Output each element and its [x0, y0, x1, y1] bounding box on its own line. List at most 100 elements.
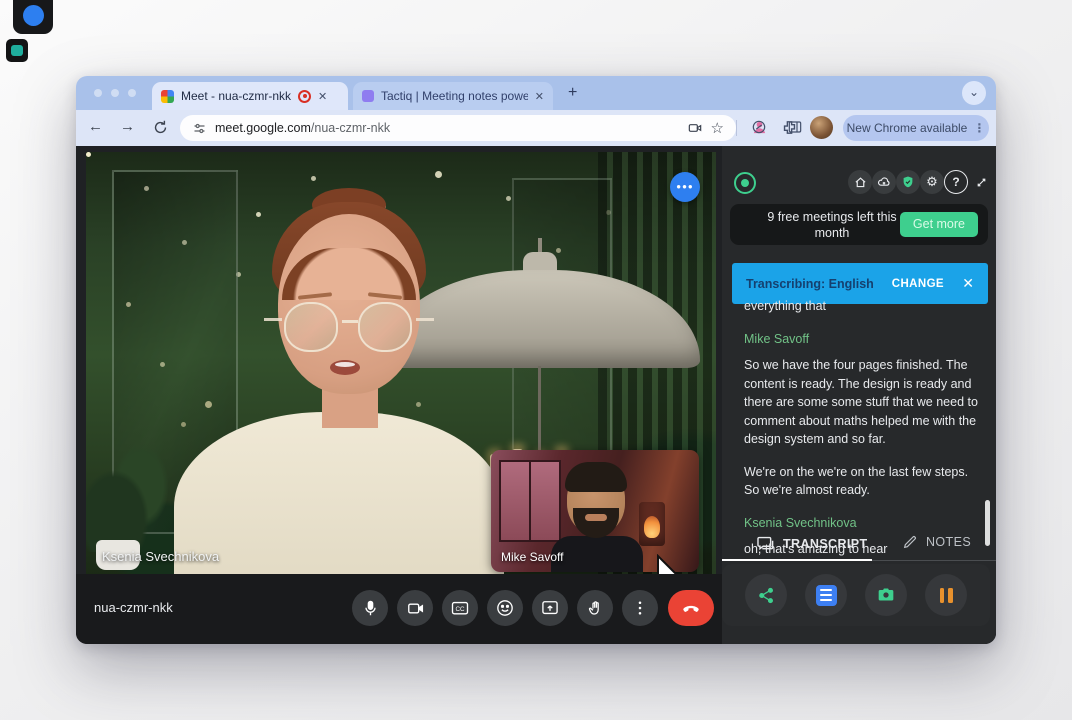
recording-indicator-icon — [298, 90, 311, 103]
screenshot-button[interactable] — [865, 574, 907, 616]
tactiq-sidebar: ⚙ ? 9 free meetings left this month Get … — [722, 146, 996, 644]
present-button[interactable] — [532, 590, 568, 626]
transcript-line: We're on the we're on the last few steps… — [744, 463, 982, 500]
chrome-update-label: New Chrome available — [847, 121, 968, 135]
browser-menu-icon[interactable]: ⋮ — [973, 121, 985, 135]
glasses-bridge — [342, 320, 358, 323]
tab-notes[interactable]: NOTES — [902, 534, 971, 550]
settings-button[interactable]: ⚙ — [920, 170, 944, 194]
tab-title: Meet - nua-czmr-nkk — [181, 89, 291, 103]
browser-window: Meet - nua-czmr-nkk ✕ Tactiq | Meeting n… — [76, 76, 996, 644]
raise-hand-icon — [586, 599, 605, 618]
cloud-upload-button[interactable] — [872, 170, 896, 194]
pip-fireplace — [639, 502, 665, 546]
glasses-arm — [416, 318, 434, 321]
free-meetings-text: 9 free meetings left this month — [752, 209, 912, 241]
microphone-button[interactable] — [352, 590, 388, 626]
screen-widget-chat[interactable] — [13, 0, 53, 34]
share-icon — [757, 586, 776, 605]
camera-icon — [406, 599, 425, 618]
shield-check-icon — [901, 175, 915, 189]
plant-left — [86, 442, 168, 552]
more-options-button[interactable] — [622, 590, 658, 626]
tactiq-tab-icon — [362, 90, 374, 102]
tab-notes-label: NOTES — [926, 535, 971, 549]
end-call-button[interactable] — [668, 590, 714, 626]
tab-meet[interactable]: Meet - nua-czmr-nkk ✕ — [152, 82, 348, 110]
chat-notification-bubble[interactable]: ●●● — [670, 172, 700, 202]
participant-name-label: Ksenia Svechnikova — [102, 549, 219, 564]
transcript-panel[interactable]: everything that Mike Savoff So we have t… — [744, 297, 982, 571]
get-more-button[interactable]: Get more — [900, 212, 978, 237]
url-bar[interactable]: meet.google.com/nua-czmr-nkk ☆ — [180, 115, 736, 141]
reactions-button[interactable] — [487, 590, 523, 626]
tactiq-action-bar — [722, 564, 990, 626]
screenshot-camera-icon — [876, 585, 896, 605]
profile-avatar[interactable] — [810, 116, 833, 139]
transcript-line: So we have the four pages finished. The … — [744, 356, 982, 449]
transcript-chat-icon — [756, 534, 775, 553]
transcript-speaker: Ksenia Svechnikova — [744, 514, 982, 533]
traffic-light-zoom[interactable] — [128, 89, 136, 97]
raise-hand-button[interactable] — [577, 590, 613, 626]
free-meetings-banner: 9 free meetings left this month Get more — [730, 204, 988, 245]
url-path: /nua-czmr-nkk — [311, 121, 390, 135]
string-lights — [86, 152, 91, 157]
pip-hair — [565, 462, 627, 492]
screen-widget-record[interactable] — [6, 39, 28, 62]
captions-button[interactable]: CC — [442, 590, 478, 626]
tab-transcript[interactable]: TRANSCRIPT — [756, 534, 868, 553]
mouth — [330, 360, 360, 375]
notes-pencil-icon — [902, 534, 918, 550]
close-banner-icon[interactable]: ✕ — [962, 275, 974, 292]
tab-search-chevron-icon[interactable]: ⌄ — [962, 81, 986, 105]
traffic-light-close[interactable] — [94, 89, 102, 97]
side-panel-icon[interactable] — [783, 119, 803, 135]
google-docs-button[interactable] — [805, 574, 847, 616]
tactiq-logo-icon — [734, 172, 756, 194]
main-video-tile[interactable]: ●●● Ksenia Svechnikova Mike Savoff — [86, 152, 716, 576]
url-text: meet.google.com/nua-czmr-nkk — [215, 121, 390, 135]
tab-title: Tactiq | Meeting notes power — [381, 89, 528, 103]
pause-button[interactable] — [925, 574, 967, 616]
captions-icon: CC — [450, 598, 470, 618]
share-button[interactable] — [745, 574, 787, 616]
tab-close-icon[interactable]: ✕ — [535, 90, 544, 103]
tab-tactiq[interactable]: Tactiq | Meeting notes power ✕ — [353, 82, 553, 110]
reload-button[interactable] — [152, 119, 169, 136]
tab-transcript-label: TRANSCRIPT — [783, 537, 868, 551]
umbrella-cap — [523, 252, 557, 272]
transcript-line: everything that — [744, 297, 982, 316]
expand-button[interactable] — [969, 170, 993, 194]
meet-logo-icon — [161, 90, 174, 103]
forward-button[interactable]: → — [120, 118, 135, 135]
cc-glyph: CC — [455, 606, 465, 613]
active-tab-underline — [722, 559, 872, 561]
bookmark-star-icon[interactable]: ☆ — [711, 119, 724, 137]
traffic-light-minimize[interactable] — [111, 89, 119, 97]
glasses-left-lens — [284, 302, 338, 352]
meeting-code-label: nua-czmr-nkk — [94, 600, 173, 615]
chrome-update-button[interactable]: New Chrome available ⋮ — [843, 115, 989, 141]
site-settings-icon[interactable] — [192, 121, 207, 136]
browser-toolbar: ← → meet.google.com/nua-czmr-nkk ☆ — [76, 110, 996, 146]
help-icon: ? — [952, 175, 959, 189]
journeys-icon[interactable] — [759, 119, 767, 135]
help-button[interactable]: ? — [944, 170, 968, 194]
back-button[interactable]: ← — [88, 118, 103, 135]
end-call-icon — [681, 598, 701, 618]
pause-icon — [940, 588, 953, 603]
new-tab-button[interactable]: + — [568, 84, 577, 102]
camera-in-use-icon[interactable] — [687, 120, 703, 136]
change-language-button[interactable]: CHANGE — [892, 278, 944, 290]
more-vertical-icon — [631, 599, 649, 617]
tab-close-icon[interactable]: ✕ — [318, 90, 327, 103]
tab-strip: Meet - nua-czmr-nkk ✕ Tactiq | Meeting n… — [76, 76, 996, 110]
privacy-shield-button[interactable] — [896, 170, 920, 194]
camera-button[interactable] — [397, 590, 433, 626]
home-button[interactable] — [848, 170, 872, 194]
microphone-icon — [361, 599, 380, 618]
sidebar-tabs: TRANSCRIPT NOTES — [722, 531, 996, 561]
pip-name-label: Mike Savoff — [501, 550, 563, 564]
cloud-upload-icon — [877, 175, 891, 189]
